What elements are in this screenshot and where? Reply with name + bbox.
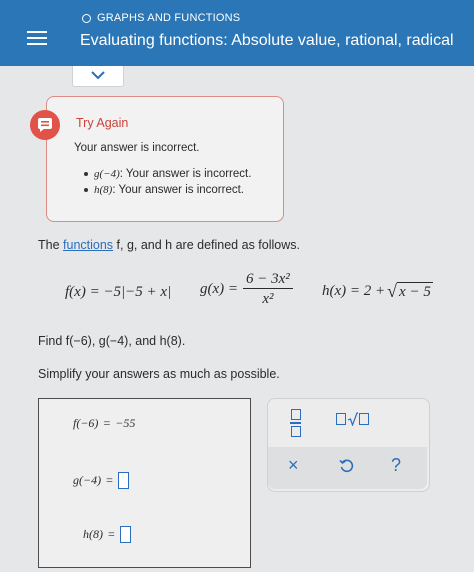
subject-row: GRAPHS AND FUNCTIONS bbox=[82, 12, 240, 24]
undo-icon[interactable] bbox=[339, 458, 355, 474]
topic-title: Evaluating functions: Absolute value, ra… bbox=[80, 32, 454, 49]
functions-link[interactable]: functions bbox=[63, 238, 113, 252]
square-root-icon[interactable] bbox=[336, 412, 369, 426]
h-definition: h(x) = 2 + √ x − 5 bbox=[322, 282, 433, 301]
g-definition: g(x) = 6 − 3x² x² bbox=[200, 270, 293, 309]
g-fraction: 6 − 3x² x² bbox=[243, 270, 293, 309]
message-icon bbox=[38, 118, 52, 132]
help-icon[interactable]: ? bbox=[391, 455, 401, 476]
problem-intro: The functions f, g, and h are defined as… bbox=[38, 238, 300, 252]
simplify-instruction: Simplify your answers as much as possibl… bbox=[38, 367, 280, 381]
find-prompt: Find f(−6), g(−4), and h(8). bbox=[38, 334, 186, 348]
header-bar: GRAPHS AND FUNCTIONS Evaluating function… bbox=[0, 0, 474, 66]
feedback-item-text: : Your answer is incorrect. bbox=[112, 184, 244, 196]
g-denominator: x² bbox=[262, 291, 274, 307]
answer-label-f: f(−6) bbox=[73, 416, 99, 430]
feedback-item-function: h(8) bbox=[94, 184, 113, 196]
answer-input-g[interactable] bbox=[117, 472, 129, 489]
feedback-list: g(−4): Your answer is incorrect. h(8): Y… bbox=[83, 166, 252, 198]
chevron-down-icon bbox=[91, 71, 105, 80]
answer-row-f: f(−6) = −55 bbox=[73, 416, 135, 431]
answer-input-h[interactable] bbox=[119, 526, 131, 543]
h-radicand: x − 5 bbox=[397, 282, 433, 300]
equals-sign: = bbox=[103, 416, 111, 430]
intro-after: f, g, and h are defined as follows. bbox=[113, 238, 300, 252]
answer-input-f[interactable]: −55 bbox=[115, 416, 135, 431]
g-numerator: 6 − 3x² bbox=[243, 270, 293, 289]
feedback-item: g(−4): Your answer is incorrect. bbox=[83, 166, 252, 182]
answer-label-h: h(8) bbox=[83, 527, 103, 541]
radical-sign-icon bbox=[348, 412, 358, 426]
answer-row-h: h(8) = bbox=[83, 526, 131, 543]
feedback-item-function: g(−4) bbox=[94, 168, 120, 180]
feedback-message: Your answer is incorrect. bbox=[74, 142, 200, 154]
answer-box: f(−6) = −55 g(−4) = h(8) = bbox=[38, 398, 251, 568]
subject-label: GRAPHS AND FUNCTIONS bbox=[97, 12, 241, 24]
feedback-title: Try Again bbox=[76, 116, 129, 130]
h-lhs: h(x) = 2 + bbox=[322, 283, 386, 299]
clear-icon[interactable]: × bbox=[288, 455, 299, 476]
menu-icon[interactable] bbox=[27, 29, 47, 47]
equals-sign: = bbox=[108, 527, 115, 541]
circle-icon bbox=[82, 13, 91, 23]
feedback-icon bbox=[30, 110, 60, 140]
equals-sign: = bbox=[106, 473, 113, 487]
fraction-icon[interactable] bbox=[290, 409, 301, 437]
answer-row-g: g(−4) = bbox=[73, 472, 129, 489]
g-lhs: g(x) = bbox=[200, 281, 239, 297]
radical-sign: √ bbox=[387, 281, 398, 301]
f-definition: f(x) = −5|−5 + x| bbox=[65, 284, 172, 300]
feedback-panel bbox=[46, 96, 284, 222]
feedback-item-text: : Your answer is incorrect. bbox=[119, 168, 252, 180]
intro-before: The bbox=[38, 238, 64, 252]
feedback-item: h(8): Your answer is incorrect. bbox=[83, 182, 251, 198]
h-radical: √ x − 5 bbox=[387, 282, 433, 301]
collapse-toggle[interactable] bbox=[72, 66, 124, 87]
answer-label-g: g(−4) bbox=[73, 473, 102, 487]
